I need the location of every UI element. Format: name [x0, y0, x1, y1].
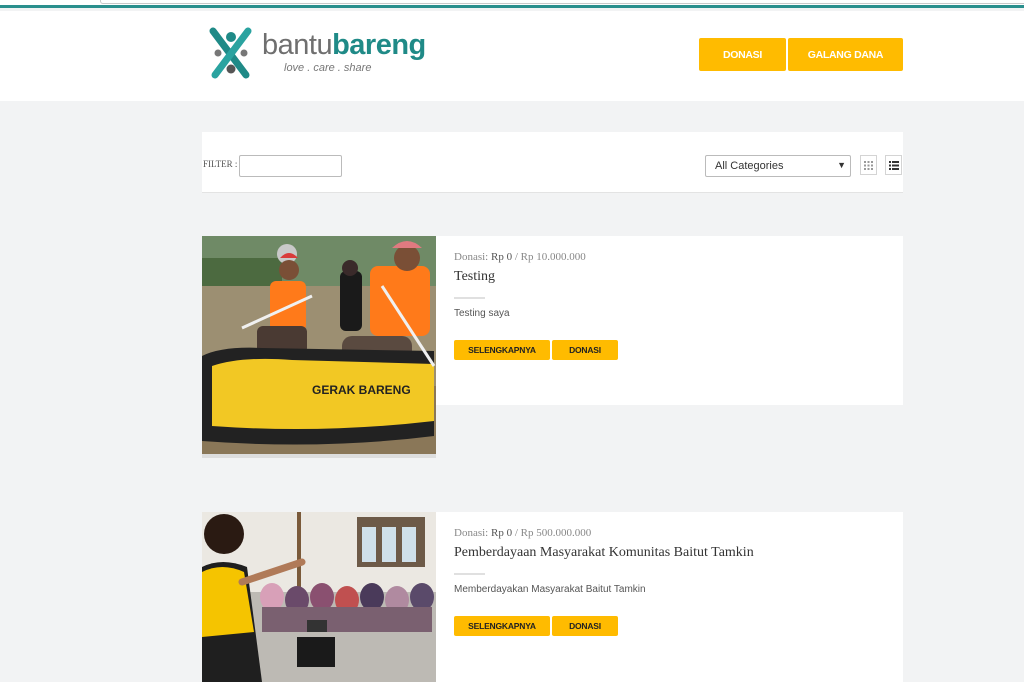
divider: [454, 297, 485, 299]
brand-tagline: love . care . share: [284, 62, 372, 74]
grid-view-icon: [864, 160, 873, 170]
filter-panel: FILTER : All Categories ▼: [202, 132, 903, 193]
chevron-down-icon: ▼: [837, 160, 846, 170]
grid-view-button[interactable]: [860, 155, 877, 175]
campaign-info: Donasi: Rp 0 / Rp 500.000.000 Pemberdaya…: [436, 512, 903, 682]
address-bar-edge: [100, 0, 1024, 4]
raft-text: GERAK BARENG: [312, 383, 411, 397]
campaign-description: Memberdayakan Masyarakat Baitut Tamkin: [454, 584, 646, 595]
donasi-button[interactable]: DONASI: [552, 340, 618, 360]
rafting-photo[interactable]: GERAK BARENG: [202, 236, 436, 458]
category-select[interactable]: All Categories ▼: [705, 155, 851, 177]
campaign-description: Testing saya: [454, 308, 510, 319]
nav-galang-dana-button[interactable]: GALANG DANA: [788, 38, 903, 71]
site-header: bantubareng love . care . share DONASI G…: [0, 11, 1024, 101]
campaign-title[interactable]: Pemberdayaan Masyarakat Komunitas Baitut…: [454, 545, 754, 561]
donation-progress: Donasi: Rp 0 / Rp 10.000.000: [454, 251, 586, 263]
filter-label: FILTER :: [203, 159, 238, 169]
nav-donasi-button[interactable]: DONASI: [699, 38, 786, 71]
selengkapnya-button[interactable]: SELENGKAPNYA: [454, 616, 550, 636]
list-view-button[interactable]: [885, 155, 902, 175]
campaign-info: Donasi: Rp 0 / Rp 10.000.000 Testing Tes…: [436, 236, 903, 405]
brand-name: bantubareng: [262, 29, 426, 61]
filter-input[interactable]: [239, 155, 342, 177]
divider: [454, 573, 485, 575]
classroom-photo[interactable]: [202, 512, 436, 682]
campaign-card: Donasi: Rp 0 / Rp 500.000.000 Pemberdaya…: [202, 512, 903, 682]
campaign-card: GERAK BARENG Donasi: Rp 0 / Rp 10.000.00…: [202, 236, 903, 458]
selengkapnya-button[interactable]: SELENGKAPNYA: [454, 340, 550, 360]
donasi-button[interactable]: DONASI: [552, 616, 618, 636]
people-cross-logo-icon: [209, 27, 252, 79]
brand-logo[interactable]: bantubareng love . care . share: [208, 25, 426, 81]
category-selected-value: All Categories: [715, 160, 784, 172]
list-view-icon: [888, 160, 899, 170]
browser-chrome: [0, 0, 1024, 8]
campaign-title[interactable]: Testing: [454, 269, 495, 285]
donation-progress: Donasi: Rp 0 / Rp 500.000.000: [454, 527, 592, 539]
